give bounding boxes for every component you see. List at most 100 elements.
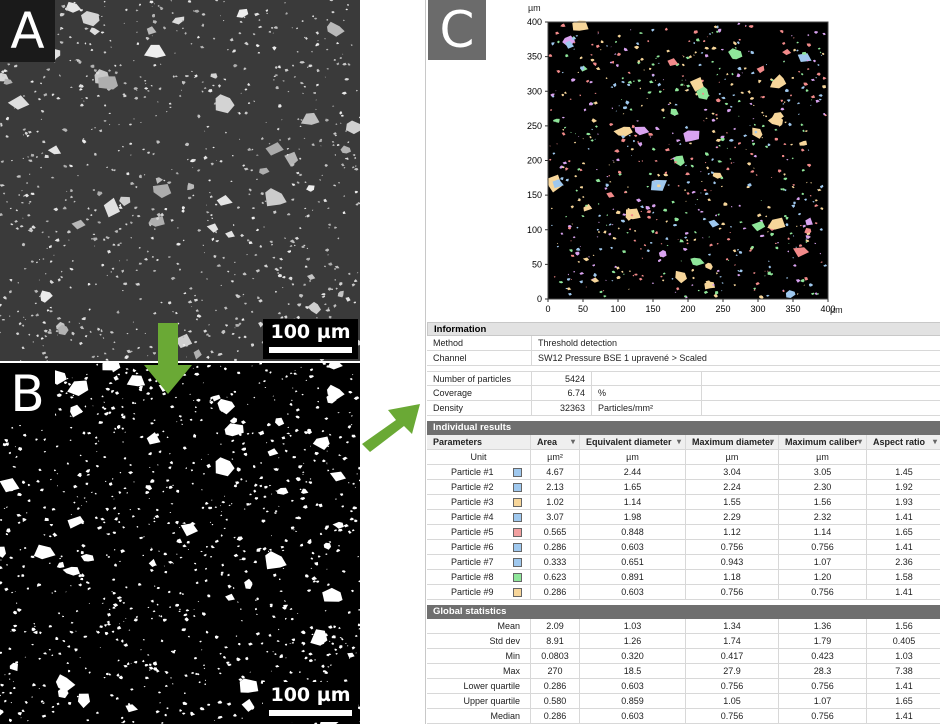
particle-name-cell: Particle #2 bbox=[427, 480, 531, 494]
info-row: Method Threshold detection bbox=[427, 336, 940, 351]
column-header-maximum-diameter[interactable]: Maximum diameter ▾ bbox=[686, 435, 779, 449]
unit-value: µm² bbox=[531, 450, 580, 464]
value-cell: 1.26 bbox=[580, 634, 686, 648]
particle-name-cell: Particle #7 bbox=[427, 555, 531, 569]
column-header-aspect-ratio[interactable]: Aspect ratio ▾ bbox=[867, 435, 940, 449]
summary-row: Density 32363 Particles/mm² bbox=[427, 401, 940, 416]
summary-key: Coverage bbox=[427, 386, 532, 400]
statistic-name: Mean bbox=[427, 619, 531, 633]
value-cell: 0.320 bbox=[580, 649, 686, 663]
value-cell: 2.13 bbox=[531, 480, 580, 494]
x-tick-label: 250 bbox=[715, 304, 730, 314]
summary-key: Density bbox=[427, 401, 532, 415]
statistic-name: Upper quartile bbox=[427, 694, 531, 708]
particle-name-cell: Particle #8 bbox=[427, 570, 531, 584]
info-key: Method bbox=[427, 336, 532, 350]
value-cell: 1.18 bbox=[686, 570, 779, 584]
column-header-label: Area bbox=[537, 437, 558, 447]
unit-value: µm bbox=[580, 450, 686, 464]
table-row: Median 0.286 0.603 0.756 0.756 1.41 bbox=[427, 709, 940, 724]
value-cell: 3.05 bbox=[779, 465, 867, 479]
scale-bar-label-b: 100 µm bbox=[270, 684, 351, 706]
chevron-down-icon[interactable]: ▾ bbox=[571, 435, 575, 449]
x-tick-label: 350 bbox=[785, 304, 800, 314]
table-row[interactable]: Particle #1 4.67 2.44 3.04 3.05 1.45 bbox=[427, 465, 940, 480]
chevron-down-icon[interactable]: ▾ bbox=[677, 435, 681, 449]
value-cell: 0.286 bbox=[531, 709, 580, 723]
value-cell: 1.41 bbox=[895, 512, 913, 522]
table-row[interactable]: Particle #2 2.13 1.65 2.24 2.30 1.92 bbox=[427, 480, 940, 495]
particle-name: Particle #2 bbox=[451, 482, 494, 492]
particle-color-swatch bbox=[513, 542, 522, 552]
summary-value: 5424 bbox=[532, 372, 592, 385]
value-cell: 0.603 bbox=[580, 709, 686, 723]
value-cell: 0.423 bbox=[779, 649, 867, 663]
value-cell: 0.286 bbox=[531, 679, 580, 693]
x-tick-label: 50 bbox=[578, 304, 588, 314]
column-header-equivalent-diameter[interactable]: Equivalent diameter ▾ bbox=[580, 435, 686, 449]
x-tick-label: 200 bbox=[680, 304, 695, 314]
particle-name-cell: Particle #3 bbox=[427, 495, 531, 509]
down-arrow-icon bbox=[144, 323, 192, 394]
particle-name-cell: Particle #5 bbox=[427, 525, 531, 539]
particle-color-swatch bbox=[513, 557, 522, 567]
table-row[interactable]: Particle #7 0.333 0.651 0.943 1.07 2.36 bbox=[427, 555, 940, 570]
panel-label-b: B bbox=[0, 363, 55, 425]
summary-key: Number of particles bbox=[427, 372, 532, 385]
sem-image-panel: A 100 µm bbox=[0, 0, 360, 361]
particle-map-plot: 0 50 100 150 200 250 300 350 4004003503002502001… bbox=[527, 17, 836, 314]
value-cell: 2.44 bbox=[580, 465, 686, 479]
value-cell: 18.5 bbox=[580, 664, 686, 678]
summary-unit bbox=[592, 372, 702, 385]
unit-value bbox=[867, 450, 940, 464]
table-row[interactable]: Particle #8 0.623 0.891 1.18 1.20 1.58 bbox=[427, 570, 940, 585]
chevron-down-icon[interactable]: ▾ bbox=[858, 435, 862, 449]
chevron-down-icon[interactable]: ▾ bbox=[933, 435, 937, 449]
value-cell: 1.07 bbox=[779, 555, 867, 569]
particle-color-swatch bbox=[513, 482, 522, 492]
value-cell: 4.67 bbox=[531, 465, 580, 479]
value-cell: 1.74 bbox=[686, 634, 779, 648]
table-row[interactable]: Particle #3 1.02 1.14 1.55 1.56 1.93 bbox=[427, 495, 940, 510]
column-header-maximum-caliber[interactable]: Maximum caliber ▾ bbox=[779, 435, 867, 449]
particle-rows: Particle #1 4.67 2.44 3.04 3.05 1.45 Particle … bbox=[427, 465, 940, 600]
particle-name-cell: Particle #6 bbox=[427, 540, 531, 554]
value-cell: 1.65 bbox=[580, 480, 686, 494]
table-row[interactable]: Particle #4 3.07 1.98 2.29 2.32 1.41 bbox=[427, 510, 940, 525]
value-cell: 2.32 bbox=[779, 510, 867, 524]
panel-label-c: C bbox=[428, 0, 486, 60]
column-header-area[interactable]: Area ▾ bbox=[531, 435, 580, 449]
table-row[interactable]: Particle #5 0.565 0.848 1.12 1.14 1.65 bbox=[427, 525, 940, 540]
column-header-label: Maximum caliber bbox=[785, 437, 859, 447]
summary-unit: % bbox=[592, 386, 702, 400]
table-row[interactable]: Particle #9 0.286 0.603 0.756 0.756 1.41 bbox=[427, 585, 940, 600]
value-cell: 3.04 bbox=[686, 465, 779, 479]
value-cell: 1.12 bbox=[686, 525, 779, 539]
value-cell: 0.417 bbox=[686, 649, 779, 663]
unit-value: µm bbox=[686, 450, 779, 464]
unit-value: µm bbox=[779, 450, 867, 464]
value-cell: 0.756 bbox=[686, 679, 779, 693]
statistic-name: Median bbox=[427, 709, 531, 723]
unit-row: Unit µm² µm µm µm bbox=[427, 450, 940, 465]
table-row[interactable]: Particle #6 0.286 0.603 0.756 0.756 1.41 bbox=[427, 540, 940, 555]
value-cell: 0.333 bbox=[531, 555, 580, 569]
particle-name-cell: Particle #9 bbox=[427, 585, 531, 599]
x-tick-label: 300 bbox=[750, 304, 765, 314]
scale-bar-line-b bbox=[269, 710, 352, 716]
scale-bar-line-a bbox=[269, 347, 352, 353]
value-cell: 8.91 bbox=[531, 634, 580, 648]
value-cell: 0.580 bbox=[531, 694, 580, 708]
particle-map: 0 50 100 150 200 250 300 350 400 400 350 300 250 200 1… bbox=[426, 0, 940, 320]
info-value: SW12 Pressure BSE 1 upravené > Scaled bbox=[532, 351, 940, 365]
particle-color-swatch bbox=[513, 467, 522, 477]
statistic-name: Max bbox=[427, 664, 531, 678]
particle-name: Particle #7 bbox=[451, 557, 494, 567]
info-value: Threshold detection bbox=[532, 336, 940, 350]
chevron-down-icon[interactable]: ▾ bbox=[770, 435, 774, 449]
statistics-rows: Mean 2.09 1.03 1.34 1.36 1.56 Std dev 8.91 1.26 1… bbox=[427, 619, 940, 724]
value-cell: 1.55 bbox=[686, 495, 779, 509]
summary-value: 6.74 bbox=[532, 386, 592, 400]
particle-name-cell: Particle #1 bbox=[427, 465, 531, 479]
y-tick-label: 400 bbox=[527, 17, 542, 27]
